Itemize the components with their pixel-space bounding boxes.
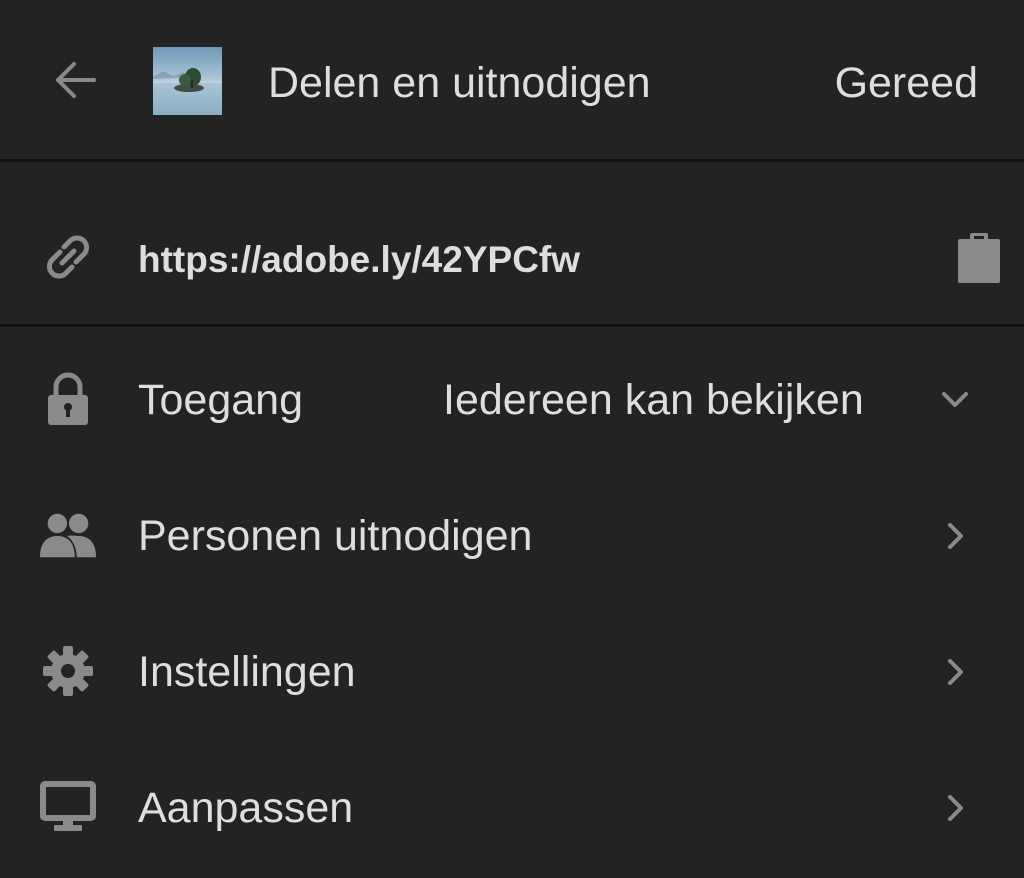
link-icon [40,229,96,285]
clipboard-icon[interactable] [955,229,1003,285]
monitor-icon [38,777,98,837]
access-row[interactable]: Toegang Iedereen kan bekijken [0,331,1024,467]
people-icon [38,505,98,565]
lock-icon [38,369,98,429]
customize-row[interactable]: Aanpassen [0,739,1024,875]
arrow-left-icon [50,60,98,105]
chevron-right-icon [934,651,976,693]
done-button[interactable]: Gereed [835,56,978,110]
access-label: Toegang [138,376,303,424]
share-link-row: https://adobe.ly/42YPCfw [0,163,1024,324]
chevron-right-icon [934,515,976,557]
share-invite-screen: Delen en uitnodigen Gereed https://adobe… [0,0,1024,878]
invite-people-row[interactable]: Personen uitnodigen [0,467,1024,603]
access-value[interactable]: Iedereen kan bekijken [443,373,864,427]
chevron-down-icon[interactable] [934,379,976,421]
customize-label: Aanpassen [138,784,354,832]
share-link-url[interactable]: https://adobe.ly/42YPCfw [138,235,580,285]
header-divider [0,159,1024,162]
page-title: Delen en uitnodigen [268,59,651,107]
header-bar: Delen en uitnodigen Gereed [0,0,1024,160]
link-divider [0,324,1024,327]
settings-label: Instellingen [138,648,356,696]
invite-people-label: Personen uitnodigen [138,512,533,560]
back-button[interactable] [42,52,106,112]
settings-row[interactable]: Instellingen [0,603,1024,739]
chevron-right-icon [934,787,976,829]
gear-icon [38,641,98,701]
photo-thumbnail [153,47,222,115]
